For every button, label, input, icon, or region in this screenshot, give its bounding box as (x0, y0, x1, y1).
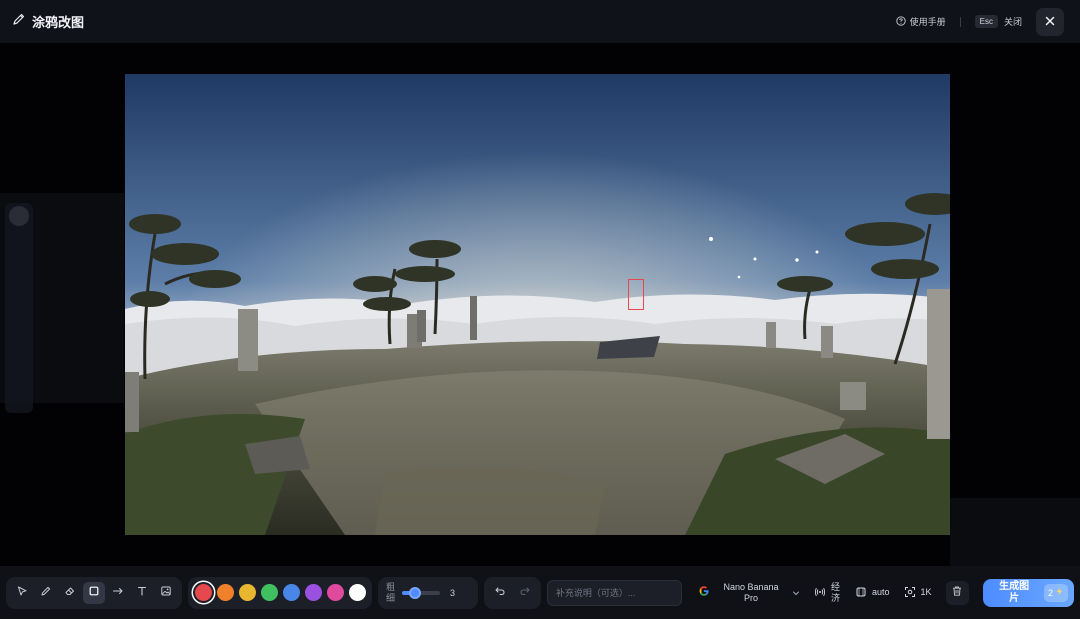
resolution-label: 1K (920, 587, 932, 597)
image-canvas[interactable] (125, 74, 950, 535)
redo-button[interactable] (514, 582, 536, 604)
generate-image-button[interactable]: 生成图片 2 (983, 578, 1075, 607)
redo-icon (519, 584, 531, 602)
mode-selector[interactable]: 经济 (814, 582, 841, 604)
manual-label: 使用手册 (909, 17, 946, 27)
background-overlay-right (950, 498, 1080, 568)
bottom-toolbar: 粗细 3 N (0, 566, 1080, 619)
color-swatch-5[interactable] (282, 584, 300, 601)
manual-link[interactable]: 使用手册 (895, 15, 946, 28)
color-swatch-4[interactable] (260, 584, 278, 601)
model-selector[interactable]: Nano Banana Pro (698, 582, 800, 604)
color-swatch-1[interactable] (194, 584, 212, 601)
page-title: 涂鸦改图 (32, 15, 85, 30)
clear-button[interactable] (945, 580, 970, 605)
color-swatch-8[interactable] (348, 584, 366, 601)
background-sidebar (5, 203, 33, 413)
header-bar: 涂鸦改图 使用手册 Esc 关闭 (0, 0, 1080, 43)
focus-frame-icon (904, 586, 916, 600)
rectangle-icon (88, 584, 100, 602)
stroke-size-slider[interactable] (402, 586, 440, 599)
tool-group (6, 576, 182, 609)
chevron-down-icon (792, 584, 800, 602)
eraser-icon (64, 584, 76, 602)
esc-key-badge: Esc (974, 15, 998, 28)
rectangle-tool-button[interactable] (83, 581, 105, 604)
close-button[interactable] (1036, 7, 1064, 36)
lightning-icon (1055, 587, 1064, 598)
stroke-size-value: 3 (450, 587, 456, 598)
undo-icon (494, 584, 506, 602)
doodle-edit-app: 涂鸦改图 使用手册 Esc 关闭 粗细 3 补充说明（可选）... Nano B… (0, 0, 1080, 619)
esc-close-hint[interactable]: Esc 关闭 (974, 15, 1022, 28)
background-plus-icon (9, 206, 29, 226)
color-swatch-6[interactable] (304, 584, 322, 601)
color-group (188, 576, 372, 609)
generate-label: 生成图片 (999, 580, 1030, 604)
close-label: 关闭 (1003, 17, 1022, 27)
prompt-input[interactable] (546, 579, 682, 606)
stroke-size-group: 粗细 3 (378, 576, 478, 609)
image-icon (160, 584, 172, 602)
credit-cost-badge: 2 (1044, 583, 1069, 602)
undo-button[interactable] (489, 582, 511, 604)
select-tool-button[interactable] (11, 582, 33, 604)
color-swatch-7[interactable] (326, 584, 344, 601)
aspect-ratio-label: auto (871, 587, 890, 597)
header-divider (959, 16, 961, 27)
help-circle-icon (895, 15, 906, 28)
pencil-icon (12, 12, 26, 31)
credit-cost-value: 2 (1048, 587, 1054, 598)
text-tool-button[interactable] (131, 582, 153, 604)
stroke-size-label: 粗细 (386, 581, 396, 603)
history-group (483, 576, 541, 609)
landscape-image (125, 74, 950, 535)
aspect-ratio-selector[interactable]: auto (855, 586, 890, 600)
pen-tool-button[interactable] (35, 582, 57, 604)
image-tool-button[interactable] (155, 582, 177, 604)
arrow-icon (112, 584, 124, 602)
eraser-tool-button[interactable] (59, 582, 81, 604)
arrow-tool-button[interactable] (107, 582, 129, 604)
close-icon (1044, 15, 1056, 29)
pen-icon (40, 584, 52, 602)
trash-icon (951, 584, 963, 602)
select-icon (16, 584, 28, 602)
text-icon (136, 584, 148, 602)
color-swatch-2[interactable] (216, 584, 234, 601)
header-right: 使用手册 Esc 关闭 (895, 7, 1064, 36)
resolution-selector[interactable]: 1K (904, 586, 932, 600)
mode-label: 经济 (830, 581, 840, 603)
header-left: 涂鸦改图 (12, 12, 84, 31)
slider-handle[interactable] (409, 586, 422, 599)
model-name-label: Nano Banana Pro (723, 581, 779, 603)
signal-icon (814, 586, 826, 600)
color-swatch-3[interactable] (238, 584, 256, 601)
google-logo-icon (698, 584, 710, 602)
aspect-ratio-icon (855, 586, 867, 600)
drawn-rectangle-annotation[interactable] (628, 279, 644, 310)
